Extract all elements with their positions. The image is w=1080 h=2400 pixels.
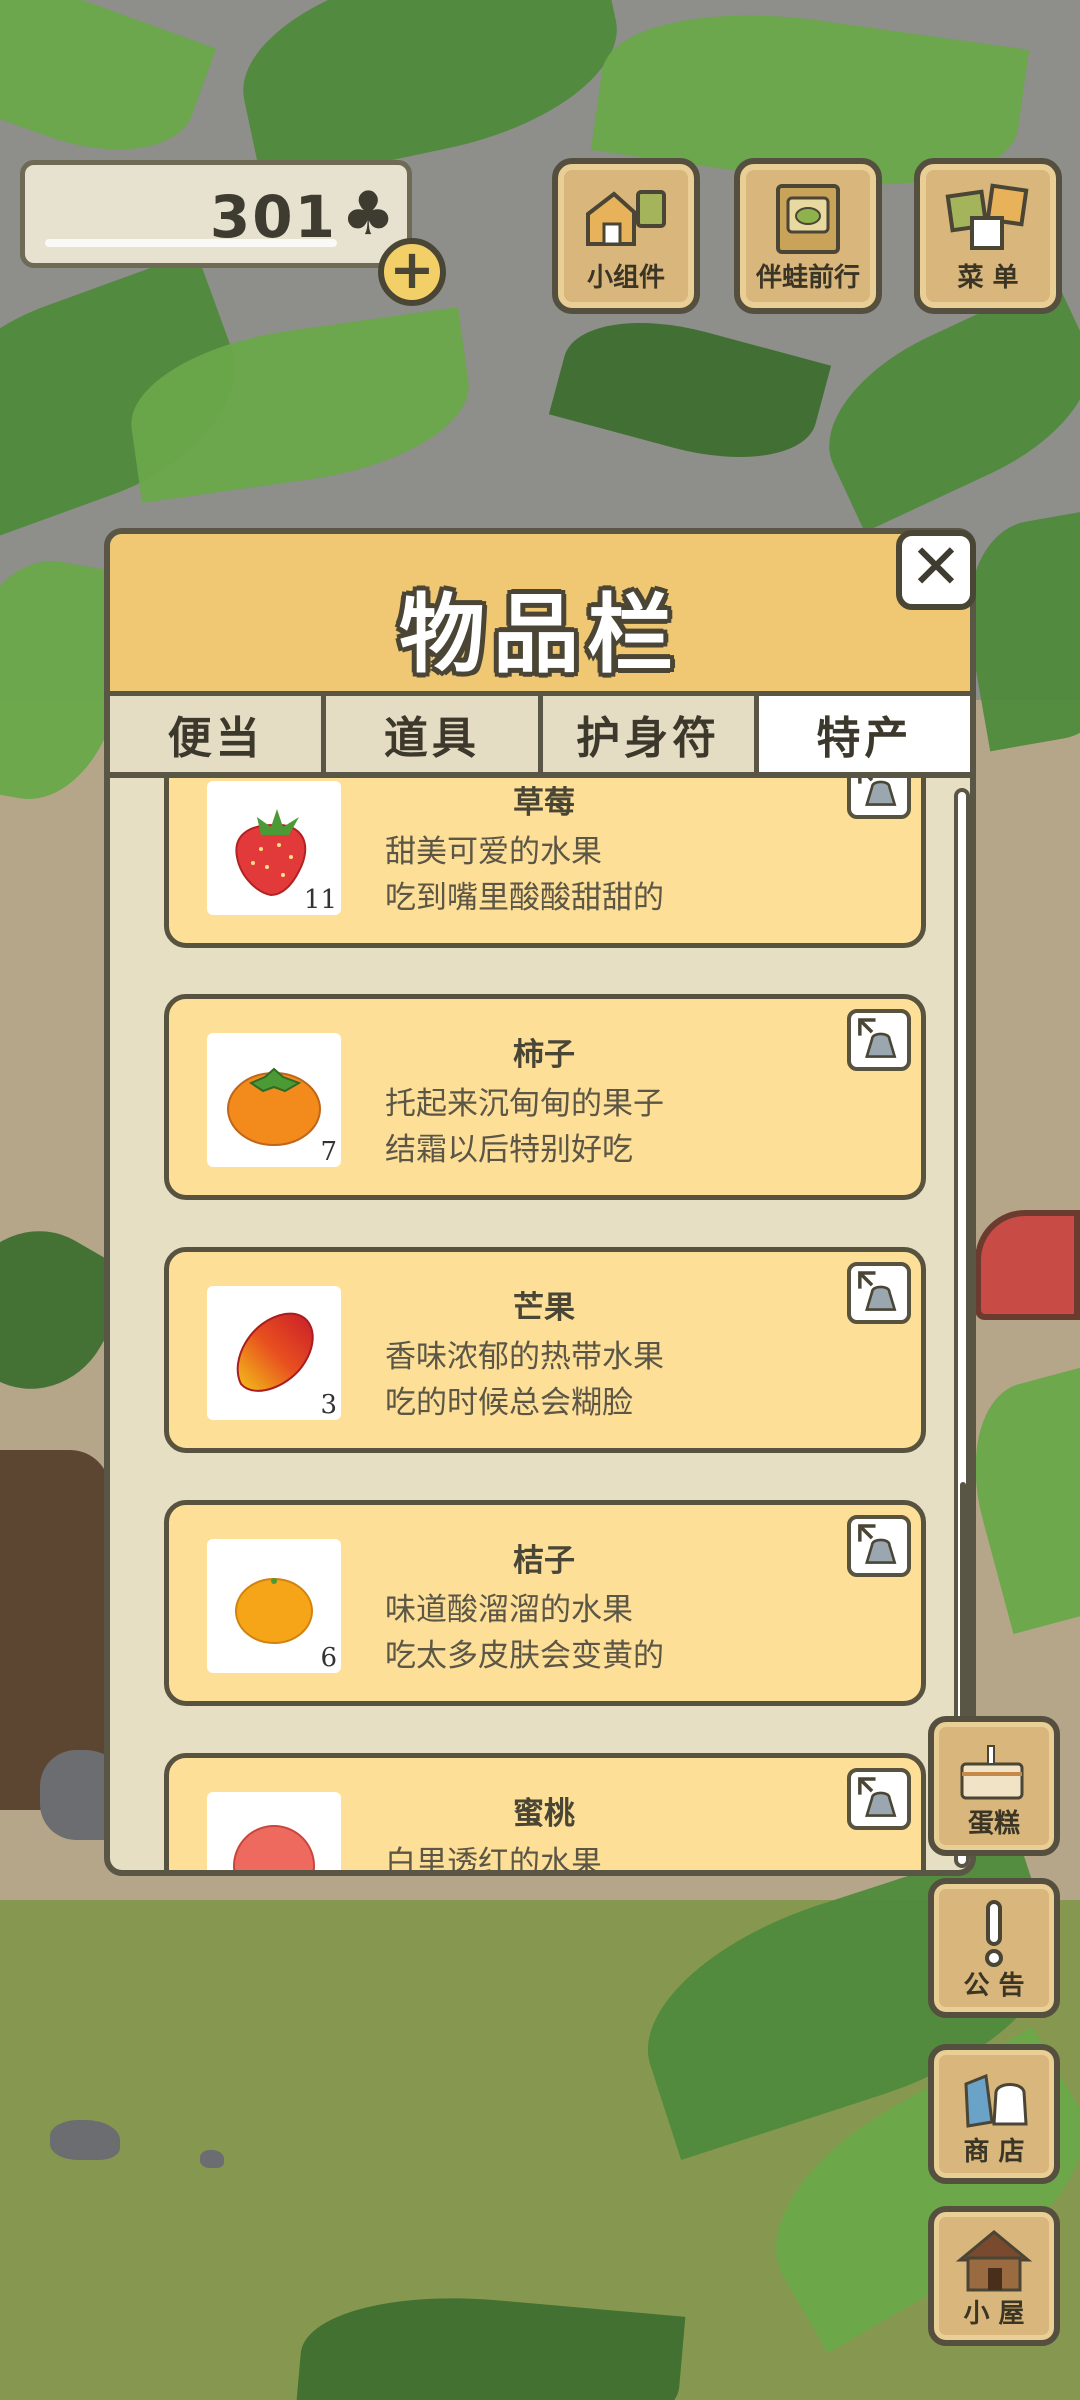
send-to-bag-button[interactable]: [847, 778, 911, 819]
item-name: 柿子: [513, 1037, 575, 1073]
shop-icon: [964, 2073, 1028, 2128]
item-name: 桔子: [513, 1543, 575, 1579]
bag-arrow-icon: [858, 778, 897, 806]
item-desc-line2: 吃的时候总会糊脸: [385, 1385, 633, 1421]
item-description: 甜美可爱的水果 吃到嘴里酸酸甜甜的: [385, 829, 664, 921]
notice-button-label: 公 告: [963, 1971, 1025, 2001]
clover-counter: 301 ♣: [20, 160, 412, 268]
item-name: 蜜桃: [513, 1796, 575, 1832]
cake-button-label: 蛋糕: [967, 1809, 1020, 1839]
frog-journey-button-label: 伴蛙前行: [755, 263, 860, 293]
item-desc-line1: 托起来沉甸甸的果子: [385, 1086, 664, 1122]
shop-button[interactable]: 商 店: [928, 2044, 1060, 2184]
menu-button[interactable]: 菜 单: [914, 158, 1062, 314]
list-item[interactable]: 蜜桃 白里透红的水果: [164, 1753, 926, 1876]
list-item[interactable]: 7 柿子 托起来沉甸甸的果子 结霜以后特别好吃: [164, 994, 926, 1200]
menu-icon: [945, 183, 1029, 250]
item-thumbnail: 11: [207, 781, 341, 915]
house-icon: [955, 2230, 1033, 2292]
item-count: 7: [320, 1137, 337, 1167]
mailbox: [975, 1210, 1080, 1320]
stone: [200, 2150, 224, 2168]
item-thumbnail: 6: [207, 1539, 341, 1673]
bag-arrow-icon: [858, 1018, 897, 1058]
notice-icon: [985, 1900, 1003, 1967]
item-desc-line2: 结霜以后特别好吃: [385, 1132, 633, 1168]
list-item[interactable]: 6 桔子 味道酸溜溜的水果 吃太多皮肤会变黄的: [164, 1500, 926, 1706]
bag-arrow-icon: [858, 1271, 897, 1311]
frog-journey-button[interactable]: 伴蛙前行: [734, 158, 882, 314]
item-desc-line1: 香味浓郁的热带水果: [385, 1339, 664, 1375]
item-description: 白里透红的水果: [385, 1840, 602, 1876]
list-item[interactable]: 3 芒果 香味浓郁的热带水果 吃的时候总会糊脸: [164, 1247, 926, 1453]
item-desc-line1: 味道酸溜溜的水果: [385, 1592, 633, 1628]
item-description: 香味浓郁的热带水果 吃的时候总会糊脸: [385, 1334, 664, 1426]
bag-arrow-icon: [858, 1777, 897, 1817]
peach-icon: [233, 1825, 315, 1870]
tab-items[interactable]: 道具: [326, 696, 543, 772]
item-thumbnail: 7: [207, 1033, 341, 1167]
widget-button-label: 小组件: [586, 263, 665, 293]
bag-arrow-icon: [858, 1524, 897, 1564]
item-name: 草莓: [513, 785, 575, 821]
house-button-label: 小 屋: [963, 2299, 1025, 2329]
tangerine-icon: [235, 1578, 313, 1644]
send-to-bag-button[interactable]: [847, 1009, 911, 1071]
item-thumbnail: 3: [207, 1286, 341, 1420]
item-description: 味道酸溜溜的水果 吃太多皮肤会变黄的: [385, 1587, 664, 1679]
close-button[interactable]: ✕: [896, 530, 976, 610]
inventory-panel: 物品栏 便当 道具 护身符 特产 11 草莓 甜美可爱的水果 吃到嘴里酸酸甜甜的…: [104, 528, 976, 1876]
send-to-bag-button[interactable]: [847, 1515, 911, 1577]
inventory-header: 物品栏: [110, 534, 970, 696]
item-count: 11: [303, 885, 337, 915]
notice-button[interactable]: 公 告: [928, 1878, 1060, 2018]
item-count: 6: [320, 1643, 337, 1673]
cake-button[interactable]: 蛋糕: [928, 1716, 1060, 1856]
item-thumbnail: [207, 1792, 341, 1870]
list-item[interactable]: 11 草莓 甜美可爱的水果 吃到嘴里酸酸甜甜的: [164, 778, 926, 948]
shop-button-label: 商 店: [963, 2137, 1025, 2167]
inventory-title: 物品栏: [399, 585, 681, 685]
scrollbar[interactable]: [954, 788, 970, 1868]
item-count: 3: [320, 1390, 337, 1420]
tab-charms[interactable]: 护身符: [542, 696, 759, 772]
clover-icon: ♣: [341, 179, 395, 249]
item-list[interactable]: 11 草莓 甜美可爱的水果 吃到嘴里酸酸甜甜的 7 柿子 托起来沉甸甸的果子 结…: [110, 778, 970, 1876]
send-to-bag-button[interactable]: [847, 1262, 911, 1324]
mango-icon: [236, 1312, 314, 1392]
menu-button-label: 菜 单: [957, 263, 1019, 293]
persimmon-icon: [227, 1067, 321, 1146]
item-desc-line2: 吃太多皮肤会变黄的: [385, 1638, 664, 1674]
item-desc-line1: 白里透红的水果: [385, 1845, 602, 1876]
send-to-bag-button[interactable]: [847, 1768, 911, 1830]
add-clover-button[interactable]: +: [378, 238, 446, 306]
item-description: 托起来沉甸甸的果子 结霜以后特别好吃: [385, 1081, 664, 1173]
widget-button[interactable]: 小组件: [552, 158, 700, 314]
widget-icon: [586, 190, 666, 246]
house-button[interactable]: 小 屋: [928, 2206, 1060, 2346]
clover-underline: [45, 239, 337, 247]
cake-icon: [960, 1745, 1024, 1800]
item-desc-line1: 甜美可爱的水果: [385, 834, 602, 870]
stone: [50, 2120, 120, 2160]
item-name: 芒果: [513, 1290, 575, 1326]
tab-specialties[interactable]: 特产: [758, 696, 970, 772]
frog-journey-icon: [776, 184, 840, 254]
item-desc-line2: 吃到嘴里酸酸甜甜的: [385, 880, 664, 916]
inventory-tabs: 便当 道具 护身符 特产: [110, 696, 970, 778]
tab-bento[interactable]: 便当: [110, 696, 327, 772]
